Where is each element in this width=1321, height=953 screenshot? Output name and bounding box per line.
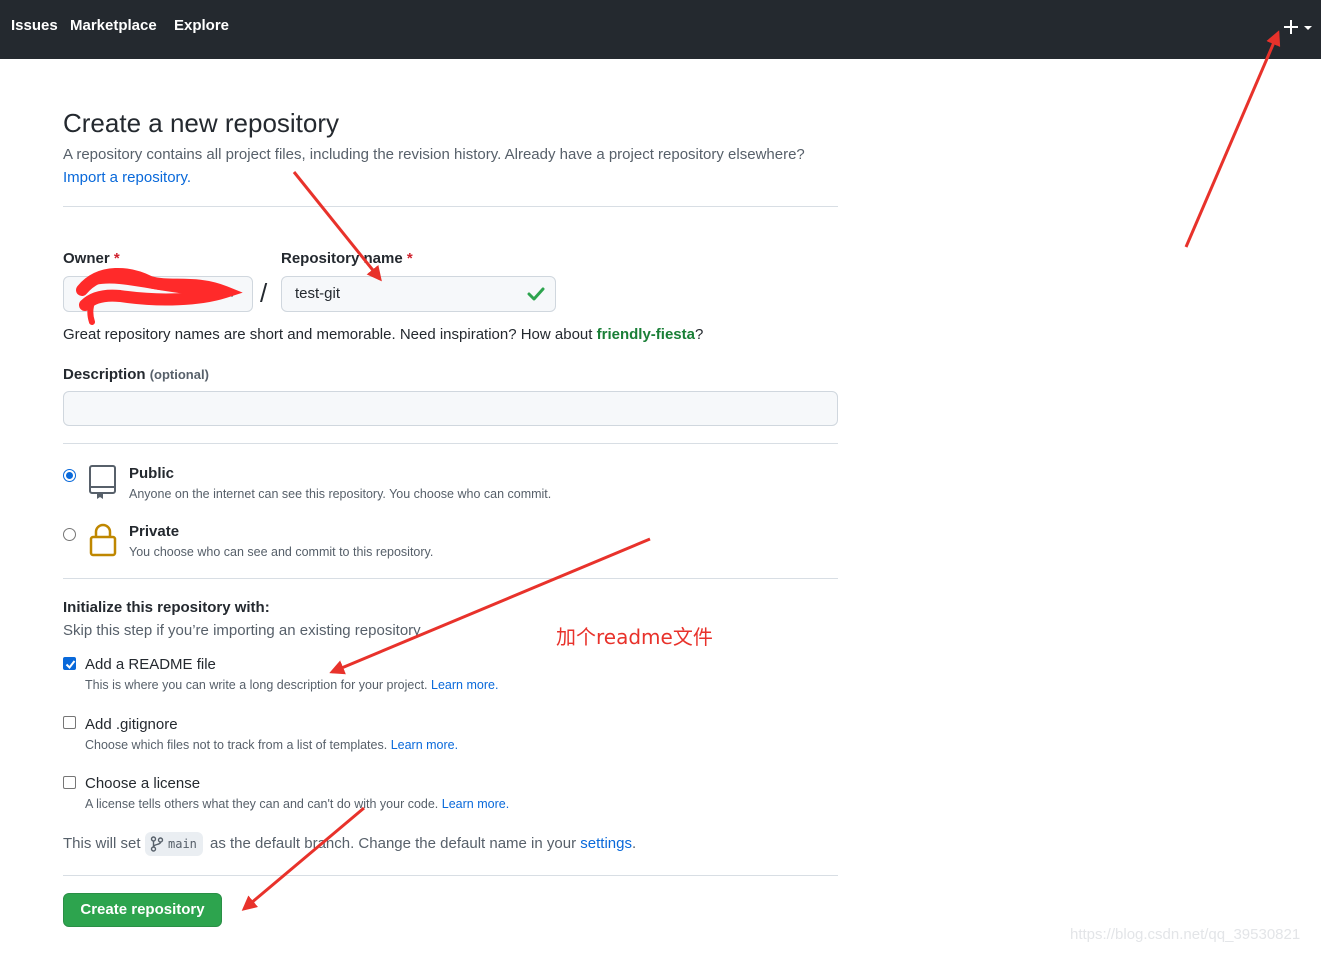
init-subheading: Skip this step if you’re importing an ex… [63,622,424,639]
import-repository-link[interactable]: Import a repository. [63,169,191,186]
top-nav-bar: Issues Marketplace Explore [0,0,1321,59]
checkmark-icon [65,660,76,670]
branch-prefix: This will set [63,835,141,852]
git-branch-icon [150,836,164,852]
public-description: Anyone on the internet can see this repo… [129,487,552,501]
nav-issues[interactable]: Issues [11,17,58,34]
divider [63,206,838,207]
init-heading: Initialize this repository with: [63,599,270,616]
settings-link[interactable]: settings [580,835,632,852]
check-icon [527,287,545,301]
caret-down-icon [1304,26,1312,30]
caret-down-icon [228,292,236,297]
watermark: https://blog.csdn.net/qq_39530821 [1070,926,1301,943]
nav-marketplace[interactable]: Marketplace [70,17,157,34]
private-radio[interactable] [63,528,76,541]
gitignore-title: Add .gitignore [85,716,178,733]
owner-label: Owner * [63,250,120,267]
branch-description: as the default branch. Change the defaul… [210,835,637,852]
default-branch-chip: main [145,832,203,856]
page-subtitle: A repository contains all project files,… [63,146,805,163]
private-description: You choose who can see and commit to thi… [129,545,434,559]
divider [63,443,838,444]
page-title: Create a new repository [63,108,340,138]
annotation-label: 加个readme文件 [556,625,713,649]
private-title: Private [129,523,180,540]
license-title: Choose a license [85,775,201,792]
gitignore-checkbox[interactable] [63,716,76,729]
repository-name-value: test-git [295,285,341,302]
lock-icon [89,523,117,557]
description-label: Description (optional) [63,366,209,383]
gitignore-learn-more-link[interactable]: Learn more. [391,738,458,752]
description-input[interactable] [63,391,838,426]
name-suggestion-link[interactable]: friendly-fiesta [597,326,695,343]
repo-icon [89,465,116,499]
repo-name-label: Repository name * [281,250,413,267]
license-description: A license tells others what they can and… [85,797,510,811]
readme-learn-more-link[interactable]: Learn more. [431,678,498,692]
public-title: Public [129,465,175,482]
readme-description: This is where you can write a long descr… [85,678,499,692]
gitignore-description: Choose which files not to track from a l… [85,738,459,752]
public-radio[interactable] [63,469,76,482]
repository-name-input[interactable]: test-git [281,276,556,312]
arrow-to-plus-menu [1184,30,1281,248]
readme-checkbox[interactable] [63,657,76,670]
readme-title: Add a README file [85,656,216,673]
create-repository-button[interactable]: Create repository [63,893,222,927]
license-learn-more-link[interactable]: Learn more. [442,797,509,811]
owner-repo-separator: / [260,278,268,308]
license-checkbox[interactable] [63,776,76,789]
owner-select[interactable] [63,276,253,312]
plus-icon [1284,20,1298,34]
repo-name-hint: Great repository names are short and mem… [63,326,704,343]
divider [63,875,838,876]
default-branch-name: main [168,837,197,851]
create-new-menu-button[interactable] [1284,14,1316,40]
arrow-to-create-button [241,806,365,911]
nav-explore[interactable]: Explore [174,17,229,34]
divider [63,578,838,579]
